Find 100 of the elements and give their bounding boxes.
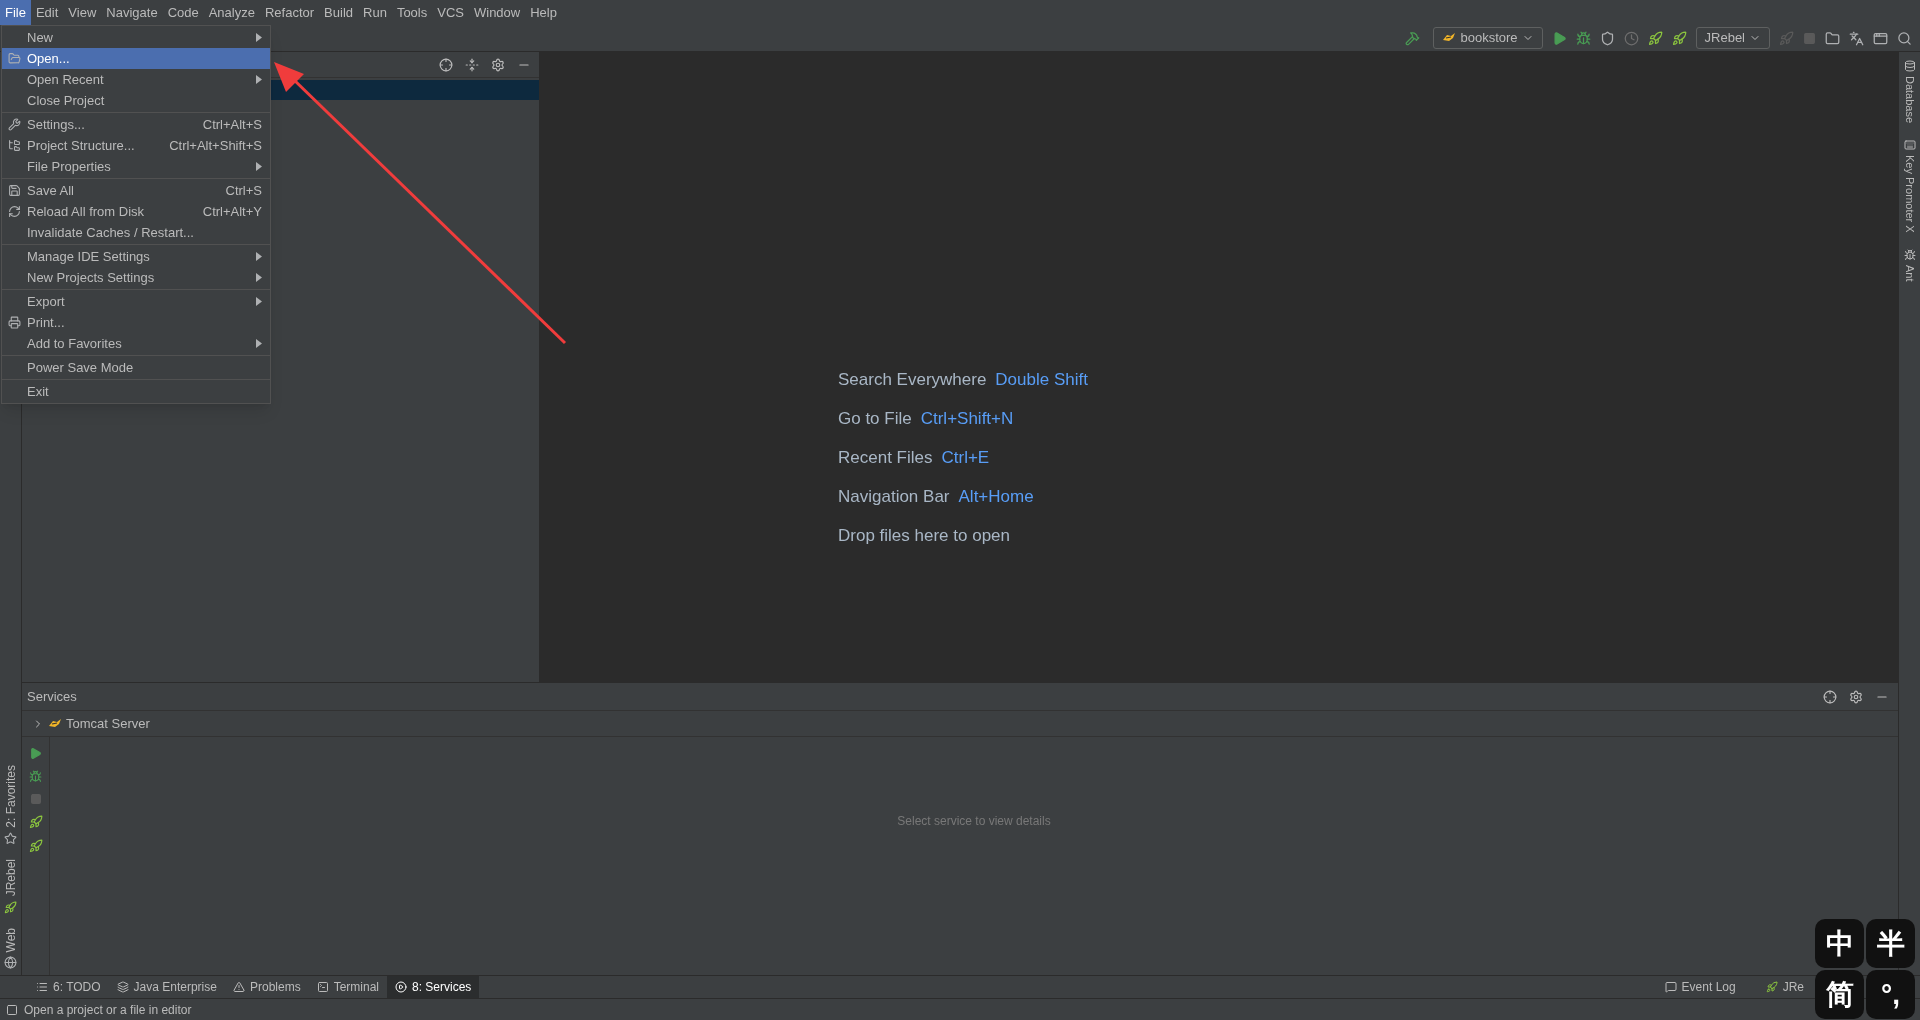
menu-item[interactable]: Manage IDE Settings	[2, 246, 270, 267]
menu-item[interactable]: Power Save Mode	[2, 357, 270, 378]
menu-item[interactable]: Help	[525, 0, 562, 25]
menu-item[interactable]: Close Project	[2, 90, 270, 111]
menu-item[interactable]: Reload All from Disk Ctrl+Alt+Y	[2, 201, 270, 222]
crosshair-icon[interactable]	[1823, 689, 1837, 704]
star-icon	[4, 832, 17, 846]
globe-icon	[4, 956, 17, 969]
menu-item[interactable]: Exit	[2, 381, 270, 402]
run-icon[interactable]	[29, 747, 42, 760]
menu-item[interactable]: Add to Favorites	[2, 333, 270, 354]
window-icon[interactable]	[1873, 30, 1888, 46]
menu-item[interactable]: Run	[358, 0, 392, 25]
crosshair-icon[interactable]	[439, 57, 453, 72]
menu-item[interactable]: Refactor	[259, 0, 320, 25]
refresh-icon	[8, 205, 21, 218]
menu-item[interactable]: File	[0, 0, 31, 25]
menu-label: Settings...	[27, 115, 86, 134]
list-icon	[36, 981, 48, 993]
tool-window-tab[interactable]: Web	[1, 927, 20, 952]
menu-item[interactable]: Settings... Ctrl+Alt+S	[2, 114, 270, 135]
rocket-icon	[4, 900, 17, 914]
shortcut-text: Ctrl+S	[225, 181, 262, 200]
menu-item[interactable]: Project Structure... Ctrl+Alt+Shift+S	[2, 135, 270, 156]
rocket-icon[interactable]	[1671, 30, 1687, 46]
ime-key[interactable]: 中	[1815, 919, 1864, 968]
folder-icon[interactable]	[1825, 30, 1840, 46]
jrebel-dropdown[interactable]: JRebel	[1695, 27, 1770, 49]
shield-icon[interactable]	[1599, 30, 1615, 46]
tool-tab[interactable]: Java Enterprise	[108, 975, 225, 999]
square-icon[interactable]	[6, 1003, 18, 1016]
settings-icon[interactable]	[1849, 689, 1863, 704]
tool-window-tab[interactable]: Ant	[1901, 264, 1918, 282]
folder-icon	[8, 52, 21, 65]
menu-label: Open...	[27, 49, 71, 68]
shortcut-text: Ctrl+Alt+Y	[202, 202, 262, 221]
menu-item[interactable]: Window	[468, 0, 526, 25]
menu-label: Close Project	[27, 91, 106, 110]
menu-item[interactable]: VCS	[432, 0, 469, 25]
folder-tree-icon	[8, 139, 21, 152]
menu-item[interactable]: Edit	[30, 0, 64, 25]
bug-icon[interactable]	[29, 770, 42, 783]
rocket-icon[interactable]	[28, 815, 43, 829]
menu-label: Save All	[27, 181, 75, 200]
menu-label: New	[27, 28, 54, 47]
tool-tab[interactable]: JRe	[1757, 975, 1812, 999]
menu-item[interactable]: Print...	[2, 312, 270, 333]
menu-item[interactable]: Code	[162, 0, 204, 25]
tool-window-tab[interactable]: JRebel	[1, 859, 20, 897]
tool-window-tab[interactable]: Database	[1901, 76, 1918, 124]
status-message: Open a project or a file in editor	[24, 1001, 192, 1019]
menu-item[interactable]: Navigate	[101, 0, 163, 25]
tool-window-tab[interactable]: Key Promoter X	[1901, 155, 1918, 233]
ime-key[interactable]: °,	[1866, 970, 1915, 1019]
ime-key[interactable]: 半	[1866, 919, 1915, 968]
menu-item[interactable]: Export	[2, 291, 270, 312]
menu-item[interactable]: New Projects Settings	[2, 267, 270, 288]
menu-label: File Properties	[27, 157, 112, 176]
menu-label: Reload All from Disk	[27, 202, 146, 221]
menu-item[interactable]: Tools	[391, 0, 433, 25]
menu-item[interactable]: View	[63, 0, 102, 25]
tool-tab[interactable]: Terminal	[308, 975, 387, 999]
bug-icon[interactable]	[1575, 30, 1591, 46]
rocket-icon[interactable]	[1647, 30, 1663, 46]
hint-label: Recent Files	[838, 448, 933, 468]
run-icon[interactable]	[1551, 30, 1567, 46]
menu-item[interactable]: New	[2, 27, 270, 48]
tool-window-tab[interactable]: 2: Favorites	[1, 765, 20, 829]
tool-tab[interactable]: Event Log	[1656, 975, 1744, 999]
menu-item[interactable]: Open Recent	[2, 69, 270, 90]
ime-key[interactable]: 简	[1815, 970, 1864, 1019]
tool-tab[interactable]: 8: Services	[387, 975, 480, 999]
play-circle-icon	[395, 981, 407, 993]
save-icon	[8, 184, 21, 197]
warning-icon	[232, 981, 245, 993]
rocket-icon[interactable]	[28, 839, 43, 853]
bug-icon	[1903, 248, 1916, 261]
search-icon[interactable]	[1897, 30, 1912, 46]
empty-state-text: Select service to view details	[897, 813, 1051, 830]
shortcut-text: Ctrl+Alt+Shift+S	[169, 136, 262, 155]
menu-item[interactable]: Invalidate Caches / Restart...	[2, 222, 270, 243]
menu-label: Power Save Mode	[27, 358, 135, 377]
layers-icon	[116, 981, 129, 993]
menu-item[interactable]: File Properties	[2, 156, 270, 177]
menu-item[interactable]: Build	[319, 0, 358, 25]
settings-icon[interactable]	[491, 57, 505, 72]
hammer-icon[interactable]	[1405, 30, 1421, 46]
database-icon	[1903, 60, 1916, 72]
collapse-icon[interactable]	[465, 57, 479, 72]
terminal-icon	[316, 981, 329, 993]
menu-item[interactable]: Save All Ctrl+S	[2, 180, 270, 201]
menu-item[interactable]: Analyze	[203, 0, 260, 25]
tree-item[interactable]: Tomcat Server	[66, 713, 150, 734]
menu-item[interactable]: Open...	[2, 48, 270, 69]
translate-icon[interactable]	[1849, 30, 1864, 46]
tool-tab[interactable]: Problems	[224, 975, 309, 999]
hint-label: Drop files here to open	[838, 526, 1010, 546]
run-config-dropdown[interactable]: bookstore	[1433, 27, 1543, 49]
menu-label: Manage IDE Settings	[27, 247, 151, 266]
tool-tab[interactable]: 6: TODO	[28, 975, 109, 999]
